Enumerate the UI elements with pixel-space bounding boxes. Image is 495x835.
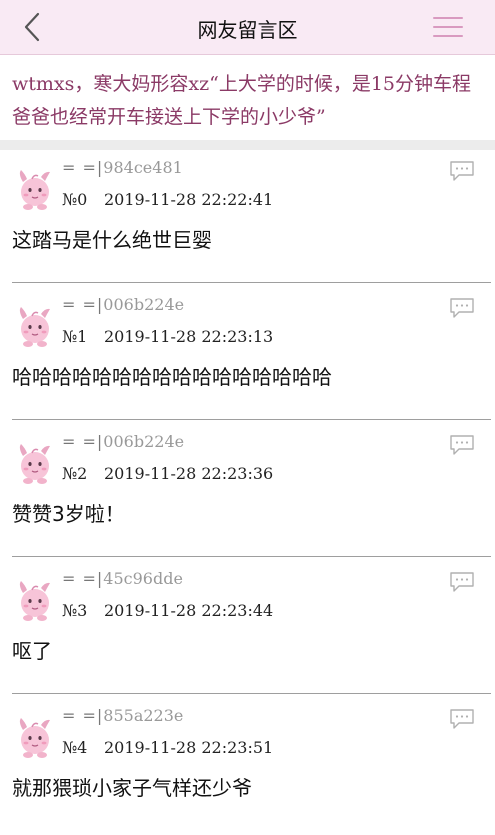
username-prefix: = =| bbox=[62, 706, 104, 725]
comment-item: = =|855a223e №4 2019-11-28 22:23:51 就那猥琐小… bbox=[0, 698, 495, 835]
post-headline: wtmxs，寒大妈形容xz“上大学的时候，是15分钟车程爸爸也经常开车接送上下学… bbox=[12, 73, 471, 128]
avatar[interactable] bbox=[14, 442, 56, 486]
floor-number: №1 bbox=[62, 327, 88, 346]
page-title: 网友留言区 bbox=[197, 18, 298, 42]
comment-item: = =|984ce481 №0 2019-11-28 22:22:41 这踏马是什… bbox=[0, 150, 495, 287]
reply-comment-icon[interactable] bbox=[449, 571, 475, 593]
comment-item: = =|006b224e №1 2019-11-28 22:23:13 哈哈哈哈哈… bbox=[0, 287, 495, 424]
avatar[interactable] bbox=[14, 716, 56, 760]
comment-divider bbox=[12, 419, 491, 420]
comment-text: 就那猥琐小家子气样还少爷 bbox=[12, 776, 252, 800]
comment-username[interactable]: = =|006b224e bbox=[62, 295, 184, 314]
comment-username[interactable]: = =|45c96dde bbox=[62, 569, 183, 588]
user-id: 984ce481 bbox=[103, 158, 183, 177]
menu-line bbox=[433, 35, 463, 37]
reply-comment-icon[interactable] bbox=[449, 297, 475, 319]
reply-comment-icon[interactable] bbox=[449, 434, 475, 456]
floor-number: №3 bbox=[62, 601, 88, 620]
top-navigation-bar: 网友留言区 bbox=[0, 0, 495, 55]
comment-text: 哈哈哈哈哈哈哈哈哈哈哈哈哈哈哈哈 bbox=[12, 365, 332, 389]
reply-comment-icon[interactable] bbox=[449, 160, 475, 182]
floor-number: №0 bbox=[62, 190, 88, 209]
comment-text: 赞赞3岁啦！ bbox=[12, 502, 125, 526]
username-prefix: = =| bbox=[62, 569, 104, 588]
comment-timestamp: 2019-11-28 22:23:44 bbox=[104, 601, 274, 620]
section-divider bbox=[0, 140, 495, 150]
hamburger-menu-icon bbox=[433, 17, 463, 19]
user-id: 006b224e bbox=[103, 432, 185, 451]
comment-meta: №4 2019-11-28 22:23:51 bbox=[62, 738, 273, 757]
avatar[interactable] bbox=[14, 168, 56, 212]
comment-item: = =|006b224e №2 2019-11-28 22:23:36 赞赞3岁啦… bbox=[0, 424, 495, 561]
username-prefix: = =| bbox=[62, 432, 104, 451]
comment-timestamp: 2019-11-28 22:23:51 bbox=[104, 738, 274, 757]
comment-timestamp: 2019-11-28 22:22:41 bbox=[104, 190, 274, 209]
menu-line bbox=[433, 26, 463, 28]
comment-timestamp: 2019-11-28 22:23:36 bbox=[104, 464, 274, 483]
user-id: 006b224e bbox=[103, 295, 185, 314]
comment-username[interactable]: = =|006b224e bbox=[62, 432, 184, 451]
username-prefix: = =| bbox=[62, 158, 104, 177]
avatar[interactable] bbox=[14, 579, 56, 623]
comment-text: 呕了 bbox=[12, 639, 52, 663]
comment-text: 这踏马是什么绝世巨婴 bbox=[12, 228, 212, 252]
comment-meta: №3 2019-11-28 22:23:44 bbox=[62, 601, 273, 620]
comment-username[interactable]: = =|984ce481 bbox=[62, 158, 183, 177]
comment-divider bbox=[12, 556, 491, 557]
user-id: 855a223e bbox=[103, 706, 184, 725]
user-id: 45c96dde bbox=[103, 569, 183, 588]
comment-divider bbox=[12, 282, 491, 283]
comment-meta: №0 2019-11-28 22:22:41 bbox=[62, 190, 273, 209]
avatar[interactable] bbox=[14, 305, 56, 349]
reply-comment-icon[interactable] bbox=[449, 708, 475, 730]
comment-meta: №1 2019-11-28 22:23:13 bbox=[62, 327, 273, 346]
comment-meta: №2 2019-11-28 22:23:36 bbox=[62, 464, 273, 483]
comment-item: = =|45c96dde №3 2019-11-28 22:23:44 呕了 bbox=[0, 561, 495, 698]
comment-divider bbox=[12, 693, 491, 694]
floor-number: №2 bbox=[62, 464, 88, 483]
menu-button[interactable] bbox=[431, 14, 465, 40]
floor-number: №4 bbox=[62, 738, 88, 757]
username-prefix: = =| bbox=[62, 295, 104, 314]
comment-timestamp: 2019-11-28 22:23:13 bbox=[104, 327, 274, 346]
comment-username[interactable]: = =|855a223e bbox=[62, 706, 183, 725]
